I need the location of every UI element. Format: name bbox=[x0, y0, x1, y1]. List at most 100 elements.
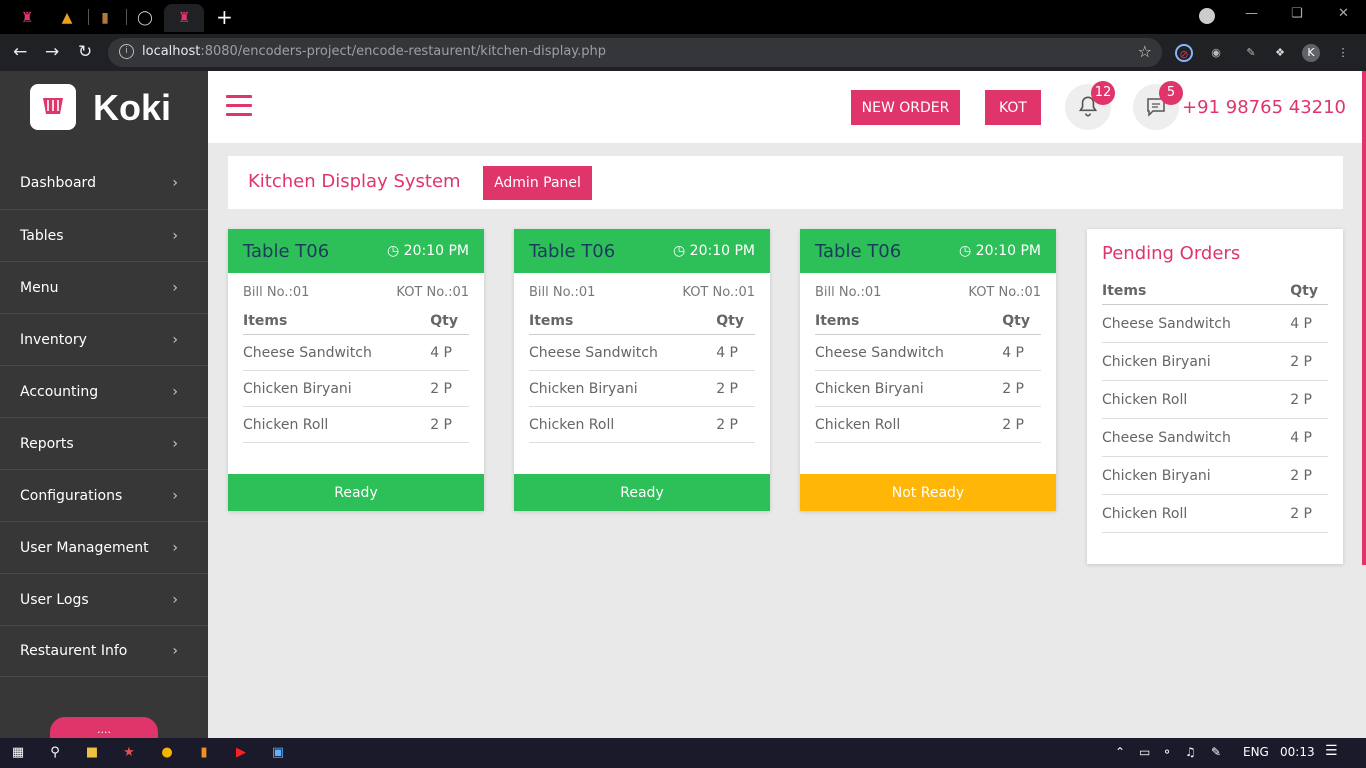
address-url[interactable]: localhost:8080/encoders-project/encode-r… bbox=[142, 44, 606, 59]
chevron-right-icon: › bbox=[172, 383, 178, 400]
sidebar-menu: Dashboard › Tables › Menu › Inventory › Acco… bbox=[0, 157, 208, 677]
table-row: Chicken Roll 2 P bbox=[815, 407, 1041, 443]
kot-number: KOT No.:01 bbox=[682, 285, 755, 300]
order-items-table: Items Qty Cheese Sandwitch 4 P Chicken Bir… bbox=[529, 307, 755, 443]
order-status-button[interactable]: Not Ready bbox=[800, 474, 1056, 511]
clock-time[interactable]: 00:13 bbox=[1280, 745, 1315, 759]
reload-icon[interactable]: ↻ bbox=[78, 42, 92, 62]
app-topbar: NEW ORDER KOT 12 5 +91 98765 43210 bbox=[208, 71, 1366, 143]
item-name: Cheese Sandwitch bbox=[1102, 315, 1231, 332]
extensions-puzzle-icon[interactable]: ❖ bbox=[1271, 44, 1289, 62]
item-name: Cheese Sandwitch bbox=[529, 344, 658, 361]
browser-toolbar: ← → ↻ i localhost:8080/encoders-project/… bbox=[0, 34, 1366, 71]
sidebar-item-dashboard[interactable]: Dashboard › bbox=[0, 157, 208, 209]
sidebar-item-label: User Management bbox=[20, 539, 149, 556]
order-meta: Bill No.:01 KOT No.:01 bbox=[514, 273, 770, 307]
tab-koki-active-icon[interactable]: ♜ bbox=[164, 4, 204, 32]
table-row: Chicken Roll 2 P bbox=[529, 407, 755, 443]
sidebar-item-reports[interactable]: Reports › bbox=[0, 417, 208, 469]
chevron-right-icon: › bbox=[172, 487, 178, 504]
pending-orders-table: Items Qty Cheese Sandwitch 4 P Chicken Bir… bbox=[1102, 277, 1328, 533]
tray-chevron-up-icon[interactable]: ⌃ bbox=[1115, 745, 1125, 759]
kot-button[interactable]: KOT bbox=[985, 90, 1041, 125]
restore-icon[interactable]: ❏ bbox=[1291, 6, 1303, 21]
tab-globe-icon[interactable]: ◯ bbox=[130, 4, 160, 32]
bill-number: Bill No.:01 bbox=[815, 285, 882, 300]
item-qty: 2 P bbox=[1290, 353, 1312, 370]
item-qty: 2 P bbox=[1290, 391, 1312, 408]
youtube-icon[interactable]: ▶ bbox=[232, 744, 250, 762]
close-window-icon[interactable]: ✕ bbox=[1338, 6, 1349, 21]
order-status-button[interactable]: Ready bbox=[514, 474, 770, 511]
table-row: Cheese Sandwitch 4 P bbox=[815, 335, 1041, 371]
file-explorer-icon[interactable]: ■ bbox=[83, 744, 101, 762]
minimize-icon[interactable]: — bbox=[1245, 6, 1258, 21]
back-arrow-icon[interactable]: ← bbox=[13, 42, 27, 62]
browser-menu-icon[interactable]: ⋮ bbox=[1334, 44, 1352, 62]
sidebar-item-user-management[interactable]: User Management › bbox=[0, 521, 208, 573]
pen-workspace-icon[interactable]: ✎ bbox=[1211, 745, 1221, 759]
order-card-header: Table T06 ◷ 20:10 PM bbox=[800, 229, 1056, 273]
search-icon[interactable]: ⚲ bbox=[46, 744, 64, 762]
clock-icon: ◷ bbox=[673, 243, 690, 259]
table-name: Table T06 bbox=[815, 240, 902, 262]
tab-koki-icon[interactable]: ♜ bbox=[12, 4, 42, 32]
order-time: ◷ 20:10 PM bbox=[959, 243, 1041, 259]
hamburger-menu-icon[interactable] bbox=[226, 95, 252, 122]
profile-menu-icon[interactable] bbox=[1199, 8, 1215, 24]
clock-icon: ◷ bbox=[387, 243, 404, 259]
admin-panel-button[interactable]: Admin Panel bbox=[483, 166, 592, 200]
order-status-button[interactable]: Ready bbox=[228, 474, 484, 511]
item-name: Cheese Sandwitch bbox=[243, 344, 372, 361]
profile-avatar[interactable]: K bbox=[1302, 44, 1320, 62]
bookmark-star-icon[interactable]: ☆ bbox=[1138, 42, 1152, 61]
camera-extension-icon[interactable]: ◉ bbox=[1207, 44, 1225, 62]
item-qty: 4 P bbox=[1002, 344, 1024, 361]
block-extension-icon[interactable]: ⊘ bbox=[1175, 44, 1193, 62]
pen-extension-icon[interactable]: ✎ bbox=[1242, 44, 1260, 62]
notification-center-icon[interactable]: ☰ bbox=[1325, 743, 1338, 759]
phone-number[interactable]: +91 98765 43210 bbox=[1182, 97, 1346, 118]
language-indicator[interactable]: ENG bbox=[1243, 745, 1269, 759]
sublime-text-icon[interactable]: ▮ bbox=[195, 744, 213, 762]
sidebar-item-label: Menu bbox=[20, 279, 59, 296]
address-bar[interactable]: i localhost:8080/encoders-project/encode… bbox=[108, 38, 1162, 67]
sidebar-item-tables[interactable]: Tables › bbox=[0, 209, 208, 261]
order-card: Table T06 ◷ 20:10 PM Bill No.:01 KOT No.… bbox=[514, 229, 770, 511]
windows-start-icon[interactable]: ▦ bbox=[9, 744, 27, 762]
clock-icon: ◷ bbox=[959, 243, 976, 259]
new-order-button[interactable]: NEW ORDER bbox=[851, 90, 960, 125]
xampp-icon[interactable]: ★ bbox=[120, 744, 138, 762]
order-card-header: Table T06 ◷ 20:10 PM bbox=[514, 229, 770, 273]
table-name: Table T06 bbox=[529, 240, 616, 262]
page-scrollbar[interactable] bbox=[1362, 71, 1366, 565]
chevron-right-icon: › bbox=[172, 227, 178, 244]
tab-mountain-icon[interactable]: ▲ bbox=[52, 4, 82, 32]
sidebar-item-menu[interactable]: Menu › bbox=[0, 261, 208, 313]
site-info-icon[interactable]: i bbox=[119, 44, 134, 59]
order-meta: Bill No.:01 KOT No.:01 bbox=[228, 273, 484, 307]
sidebar-item-user-logs[interactable]: User Logs › bbox=[0, 573, 208, 625]
battery-icon[interactable]: ▭ bbox=[1139, 745, 1150, 759]
sidebar-item-configurations[interactable]: Configurations › bbox=[0, 469, 208, 521]
sidebar-item-inventory[interactable]: Inventory › bbox=[0, 313, 208, 365]
items-header: Items bbox=[529, 312, 574, 329]
chrome-icon[interactable]: ● bbox=[158, 744, 176, 762]
item-name: Chicken Roll bbox=[815, 416, 901, 433]
new-tab-plus-icon[interactable]: + bbox=[216, 6, 233, 28]
order-meta: Bill No.:01 KOT No.:01 bbox=[800, 273, 1056, 307]
item-qty: 4 P bbox=[1290, 315, 1312, 332]
forward-arrow-icon[interactable]: → bbox=[45, 42, 59, 62]
photos-icon[interactable]: ▣ bbox=[269, 744, 287, 762]
sidebar-item-label: Accounting bbox=[20, 383, 99, 400]
sidebar-item-label: Restaurent Info bbox=[20, 643, 128, 659]
table-row: Chicken Biryani 2 P bbox=[243, 371, 469, 407]
volume-icon[interactable]: ♫ bbox=[1185, 745, 1196, 759]
sidebar-item-restaurent-info[interactable]: Restaurent Info › bbox=[0, 625, 208, 677]
tab-book-icon[interactable]: ▮ bbox=[90, 4, 120, 32]
wifi-icon[interactable]: ⚬ bbox=[1162, 745, 1172, 759]
item-name: Chicken Biryani bbox=[1102, 467, 1211, 484]
item-name: Chicken Biryani bbox=[243, 380, 352, 397]
item-qty: 2 P bbox=[1002, 380, 1024, 397]
sidebar-item-accounting[interactable]: Accounting › bbox=[0, 365, 208, 417]
